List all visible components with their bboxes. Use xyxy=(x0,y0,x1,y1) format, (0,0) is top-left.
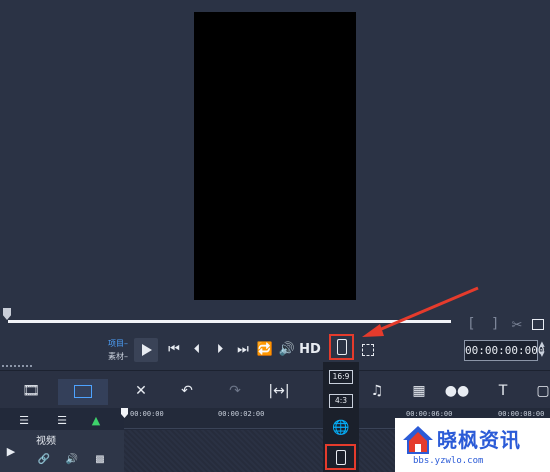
tools-icon[interactable]: ✕ xyxy=(128,383,154,399)
globe-360-icon[interactable]: 🌐 xyxy=(331,418,351,438)
clip-mode-label: 素材– xyxy=(108,352,128,361)
aspect-16-9-option[interactable]: 16:9 xyxy=(329,370,353,384)
audio-waveform-icon[interactable]: ♫ xyxy=(364,383,390,399)
aspect-ratio-menu: 16:9 4:3 🌐 xyxy=(323,362,359,472)
video-camera-icon: ▶ xyxy=(6,445,16,458)
preview-panel xyxy=(0,0,550,368)
scissors-icon[interactable]: ✂ xyxy=(508,316,526,336)
next-frame-icon[interactable]: ⏵ xyxy=(210,340,230,360)
previous-frame-icon[interactable]: ⏴ xyxy=(187,340,207,360)
title-icon[interactable]: T xyxy=(490,383,516,399)
redo-icon[interactable]: ↷ xyxy=(222,383,248,399)
crop-icon[interactable] xyxy=(362,344,374,356)
toolbar-grip[interactable] xyxy=(2,365,34,367)
play-button[interactable] xyxy=(134,338,158,362)
multi-camera-icon[interactable]: ▦ xyxy=(406,383,432,399)
video-track-header: ▶ 视频 🔗 🔊 ▩ xyxy=(0,430,124,472)
project-mode-text: 项目 xyxy=(108,339,124,348)
go-to-start-icon[interactable]: ⏮ xyxy=(164,340,184,360)
mute-icon[interactable]: 🔊 xyxy=(64,450,80,470)
track-name: 视频 xyxy=(36,436,56,447)
phone-portrait-icon xyxy=(336,450,346,465)
volume-icon[interactable]: 🔊 xyxy=(277,340,297,360)
storyboard-view-button[interactable] xyxy=(58,379,108,405)
enlarge-preview-icon[interactable] xyxy=(532,319,544,330)
watermark-url: bbs.yzwlo.com xyxy=(413,456,484,466)
mark-out-button[interactable]: ] xyxy=(492,316,497,332)
repeat-icon[interactable]: 🔁 xyxy=(255,340,275,360)
more-tools-icon[interactable]: ▢ xyxy=(530,383,550,399)
ruler-label: 00:00:02:00 xyxy=(218,410,265,418)
fit-timeline-icon[interactable]: |↔| xyxy=(266,383,292,399)
aspect-ratio-button[interactable] xyxy=(329,334,354,360)
mask-icon[interactable]: ●● xyxy=(444,383,470,399)
timecode-down-icon[interactable]: ▼ xyxy=(537,350,547,359)
grid-icon[interactable]: ▩ xyxy=(92,450,108,470)
timecode-up-icon[interactable]: ▲ xyxy=(537,340,547,349)
mark-in-button[interactable]: [ xyxy=(469,316,474,332)
track-order-icon[interactable]: ☰ xyxy=(52,411,72,431)
ruler-label: 00:00:06:00 xyxy=(406,410,453,418)
scrubber-track[interactable] xyxy=(8,320,451,323)
ruler-label: 00:00:08:00 xyxy=(498,410,545,418)
track-manager-icon[interactable]: ☰ xyxy=(14,411,34,431)
hd-toggle[interactable]: HD xyxy=(298,340,322,360)
aspect-4-3-option[interactable]: 4:3 xyxy=(329,394,353,408)
watermark-title: 晓枫资讯 xyxy=(437,428,521,452)
go-to-end-icon[interactable]: ⏭ xyxy=(233,340,253,360)
project-mode-label: 项目– xyxy=(108,339,128,348)
clip-mode-text: 素材 xyxy=(108,352,124,361)
preview-video-frame xyxy=(194,12,356,300)
timeline-view-icon[interactable]: 🎞 xyxy=(18,383,44,399)
watermark: 晓枫资讯 bbs.yzwlo.com xyxy=(395,418,550,472)
ruler-label: 00:00:00 xyxy=(130,410,164,418)
storyboard-icon xyxy=(74,385,92,398)
undo-icon[interactable]: ↶ xyxy=(174,383,200,399)
aspect-portrait-option[interactable] xyxy=(325,444,356,470)
house-logo-icon xyxy=(403,426,433,454)
phone-portrait-icon xyxy=(337,339,347,355)
timeline-toolbar: 🎞 ✕ ↶ ↷ |↔| ♫ ▦ ●● T ▢ xyxy=(0,365,550,409)
timecode-display[interactable]: 00:00:00:000 xyxy=(464,340,544,361)
link-icon[interactable]: 🔗 xyxy=(36,450,52,470)
add-track-icon[interactable]: ▲ xyxy=(86,411,106,431)
